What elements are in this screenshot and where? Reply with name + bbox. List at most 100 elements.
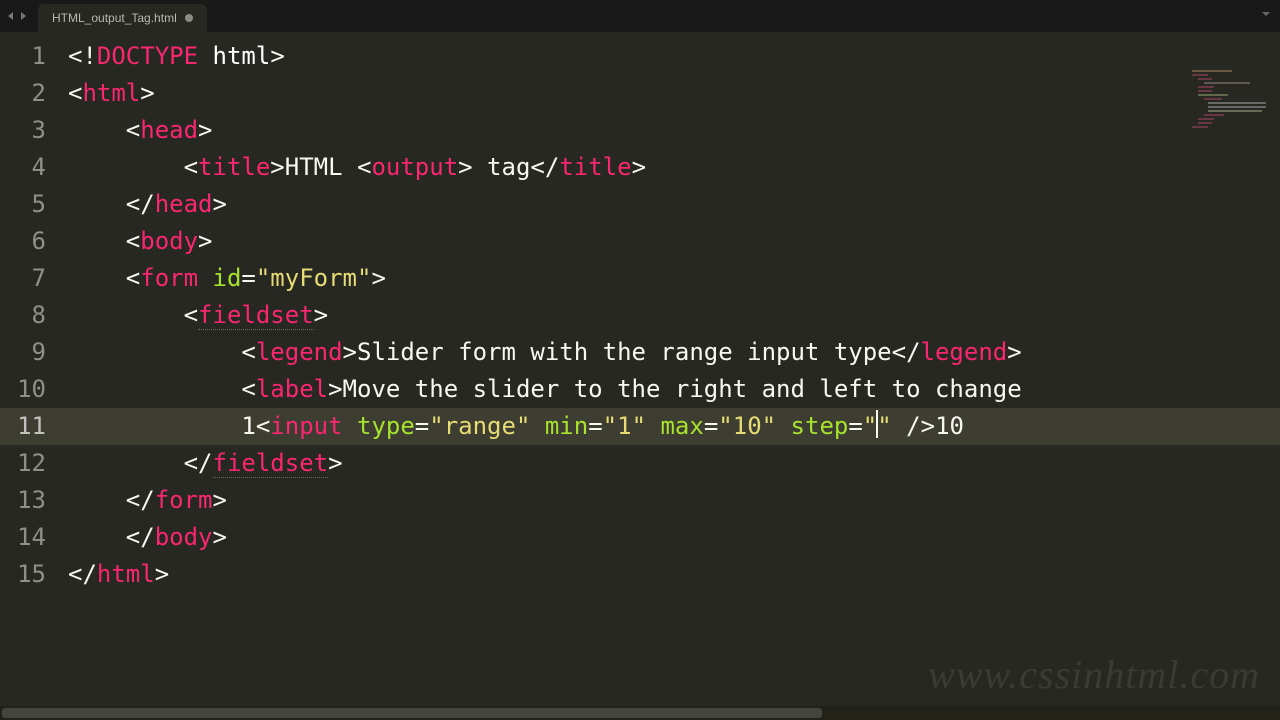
code-line[interactable]: <fieldset> [60, 297, 1280, 334]
code-token: fieldset [213, 449, 329, 478]
code-token: > [213, 486, 227, 514]
code-token: "myForm" [256, 264, 372, 292]
code-line[interactable]: <title>HTML <output> tag</title> [60, 149, 1280, 186]
code-token: > [371, 264, 385, 292]
code-token: legend [921, 338, 1008, 366]
code-token: legend [256, 338, 343, 366]
code-token: head [155, 190, 213, 218]
code-token: /> [906, 412, 935, 440]
line-number[interactable]: 12 [0, 445, 46, 482]
line-number[interactable]: 13 [0, 482, 46, 519]
line-number[interactable]: 5 [0, 186, 46, 223]
code-line[interactable]: </fieldset> [60, 445, 1280, 482]
code-token: > [1007, 338, 1021, 366]
unsaved-indicator-icon [185, 14, 193, 22]
editor: 123456789101112131415 <!DOCTYPE html><ht… [0, 32, 1280, 706]
code-token: </ [184, 449, 213, 477]
code-line[interactable]: </form> [60, 482, 1280, 519]
code-token: > [198, 227, 212, 255]
code-token: = [704, 412, 718, 440]
code-area[interactable]: <!DOCTYPE html><html> <head> <title>HTML… [60, 32, 1280, 706]
code-line[interactable]: </body> [60, 519, 1280, 556]
code-token: </ [126, 523, 155, 551]
horizontal-scrollbar[interactable] [0, 706, 1280, 720]
code-token: "1" [603, 412, 646, 440]
code-token: > [155, 560, 169, 588]
code-token: < [256, 412, 270, 440]
line-number[interactable]: 4 [0, 149, 46, 186]
code-token: id [213, 264, 242, 292]
nav-back-icon[interactable] [6, 11, 16, 21]
code-token: max [660, 412, 703, 440]
code-token: body [140, 227, 198, 255]
code-line[interactable]: <legend>Slider form with the range input… [60, 334, 1280, 371]
code-line[interactable]: <body> [60, 223, 1280, 260]
code-token: </ [126, 190, 155, 218]
code-token [198, 42, 212, 70]
code-token: " [863, 412, 877, 440]
code-token: "10" [718, 412, 776, 440]
code-token: > [328, 375, 342, 403]
code-token: < [241, 375, 255, 403]
line-number[interactable]: 11 [0, 408, 60, 445]
code-line[interactable]: <!DOCTYPE html> [60, 38, 1280, 75]
code-token: > [632, 153, 646, 181]
code-line[interactable]: </head> [60, 186, 1280, 223]
code-token: < [184, 301, 198, 329]
line-number[interactable]: 9 [0, 334, 46, 371]
line-number[interactable]: 14 [0, 519, 46, 556]
line-number[interactable]: 10 [0, 371, 46, 408]
line-number[interactable]: 15 [0, 556, 46, 593]
code-token: = [241, 264, 255, 292]
line-number[interactable]: 8 [0, 297, 46, 334]
line-number[interactable]: 7 [0, 260, 46, 297]
code-token: head [140, 116, 198, 144]
code-token: output [371, 153, 458, 181]
code-token: title [559, 153, 631, 181]
code-token [646, 412, 660, 440]
code-token: > [270, 153, 284, 181]
file-tab[interactable]: HTML_output_Tag.html [38, 4, 207, 32]
code-token: = [415, 412, 429, 440]
code-token: > [343, 338, 357, 366]
code-token: type [357, 412, 415, 440]
code-token: > [140, 79, 154, 107]
code-line[interactable]: 1<input type="range" min="1" max="10" st… [60, 408, 1280, 445]
code-token: = [848, 412, 862, 440]
code-token: </ [892, 338, 921, 366]
code-token: "range" [429, 412, 530, 440]
line-number[interactable]: 2 [0, 75, 46, 112]
code-token: </ [126, 486, 155, 514]
line-number[interactable]: 3 [0, 112, 46, 149]
code-token: step [791, 412, 849, 440]
code-token: 1 [241, 412, 255, 440]
code-token: Move the slider to the right and left to… [343, 375, 1022, 403]
code-token: < [126, 116, 140, 144]
code-token: html [213, 42, 271, 70]
nav-forward-icon[interactable] [18, 11, 28, 21]
code-token: title [198, 153, 270, 181]
code-line[interactable]: <html> [60, 75, 1280, 112]
code-line[interactable]: <form id="myForm"> [60, 260, 1280, 297]
code-line[interactable]: <label>Move the slider to the right and … [60, 371, 1280, 408]
line-number-gutter[interactable]: 123456789101112131415 [0, 32, 60, 706]
code-token: body [155, 523, 213, 551]
code-token: > [328, 449, 342, 477]
code-token: > tag [458, 153, 530, 181]
tab-menu-chevron-icon[interactable] [1260, 8, 1272, 20]
line-number[interactable]: 1 [0, 38, 46, 75]
code-token: fieldset [198, 301, 314, 330]
code-token: < [241, 338, 255, 366]
code-token: Slider form with the range input type [357, 338, 892, 366]
code-token: HTML < [285, 153, 372, 181]
code-token: < [126, 227, 140, 255]
code-token [198, 264, 212, 292]
line-number[interactable]: 6 [0, 223, 46, 260]
code-token: > [314, 301, 328, 329]
code-token [343, 412, 357, 440]
code-line[interactable]: <head> [60, 112, 1280, 149]
horizontal-scrollbar-thumb[interactable] [2, 708, 822, 718]
code-line[interactable]: </html> [60, 556, 1280, 593]
file-tab-title: HTML_output_Tag.html [52, 11, 177, 25]
code-token: html [97, 560, 155, 588]
